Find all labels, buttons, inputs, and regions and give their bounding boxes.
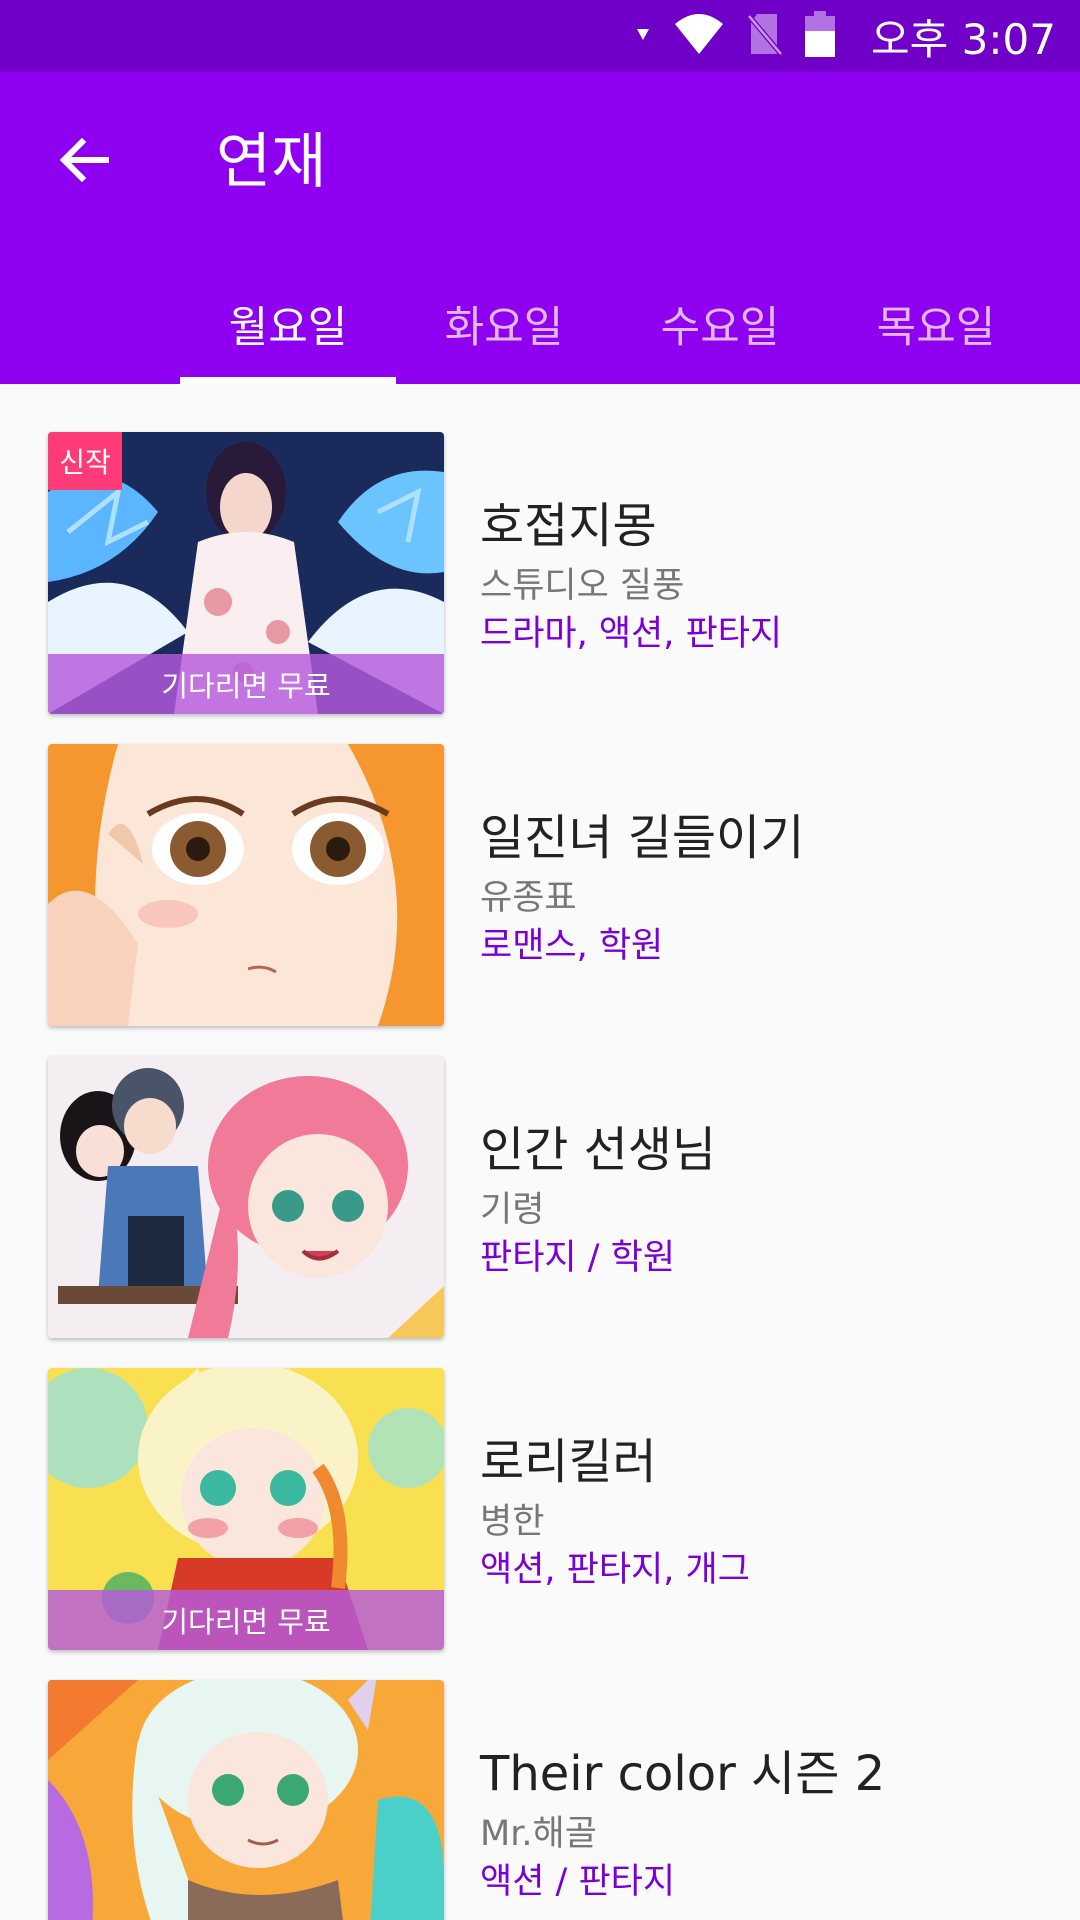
list-item[interactable]: 신작 기다리면 무료 호접지몽 스튜디오 질풍 드라마, 액션, 판타지	[0, 384, 1080, 714]
comic-author: 병한	[480, 1502, 545, 1542]
arrow-left-icon	[58, 134, 110, 190]
comic-info: 일진녀 길들이기 유종표 로맨스, 학원	[480, 806, 1040, 970]
comic-title: 호접지몽	[480, 498, 657, 554]
comic-title: 인간 선생님	[480, 1122, 717, 1178]
tab-tuesday[interactable]: 화요일	[396, 264, 612, 384]
list-item[interactable]: 기다리면 무료 로리킬러 병한 액션, 판타지, 개그	[0, 1320, 1080, 1650]
tab-wednesday[interactable]: 수요일	[612, 264, 828, 384]
tab-thursday[interactable]: 목요일	[828, 264, 1044, 384]
signal-arrow-icon	[635, 26, 651, 46]
app-bar: 연재 월요일 화요일 수요일 목요일	[0, 72, 1080, 384]
comic-genres: 액션 / 판타지	[480, 1862, 676, 1902]
comic-thumbnail[interactable]	[48, 1056, 444, 1338]
day-tabs: 월요일 화요일 수요일 목요일	[180, 264, 1044, 384]
comic-author: 스튜디오 질풍	[480, 566, 685, 606]
status-icons: 오후 3:07	[635, 6, 1056, 67]
back-button[interactable]	[48, 126, 120, 198]
battery-icon	[805, 11, 836, 61]
comic-info: Their color 시즌 2 Mr.해골 액션 / 판타지	[480, 1742, 1040, 1906]
comic-title: Their color 시즌 2	[480, 1746, 886, 1802]
status-time: 오후 3:07	[871, 14, 1056, 64]
comic-genres: 드라마, 액션, 판타지	[480, 614, 783, 654]
comic-thumbnail[interactable]: 기다리면 무료	[48, 1368, 444, 1650]
comic-info: 호접지몽 스튜디오 질풍 드라마, 액션, 판타지	[480, 494, 1040, 658]
tab-monday[interactable]: 월요일	[180, 264, 396, 384]
comic-thumbnail[interactable]: 신작 기다리면 무료	[48, 432, 444, 714]
comic-author: 유종표	[480, 878, 577, 918]
comic-author: Mr.해골	[480, 1814, 597, 1854]
comic-info: 인간 선생님 기령 판타지 / 학원	[480, 1118, 1040, 1282]
comic-title: 로리킬러	[480, 1434, 657, 1490]
comic-thumbnail[interactable]	[48, 744, 444, 1026]
page-title: 연재	[216, 127, 327, 197]
comic-list: 신작 기다리면 무료 호접지몽 스튜디오 질풍 드라마, 액션, 판타지 일진녀…	[0, 384, 1080, 1920]
comic-thumbnail[interactable]	[48, 1680, 444, 1920]
wifi-icon	[673, 12, 725, 60]
comic-author: 기령	[480, 1190, 545, 1230]
list-item[interactable]: 인간 선생님 기령 판타지 / 학원	[0, 1008, 1080, 1338]
no-sim-icon	[747, 12, 783, 60]
comic-genres: 판타지 / 학원	[480, 1238, 676, 1278]
list-item[interactable]: 일진녀 길들이기 유종표 로맨스, 학원	[0, 696, 1080, 1026]
comic-genres: 액션, 판타지, 개그	[480, 1550, 750, 1590]
status-bar: 오후 3:07	[0, 0, 1080, 72]
tab-indicator	[180, 377, 396, 384]
comic-genres: 로맨스, 학원	[480, 926, 664, 966]
new-badge: 신작	[48, 432, 122, 490]
comic-title: 일진녀 길들이기	[480, 810, 805, 866]
comic-info: 로리킬러 병한 액션, 판타지, 개그	[480, 1430, 1040, 1594]
list-item[interactable]: Their color 시즌 2 Mr.해골 액션 / 판타지	[0, 1632, 1080, 1920]
